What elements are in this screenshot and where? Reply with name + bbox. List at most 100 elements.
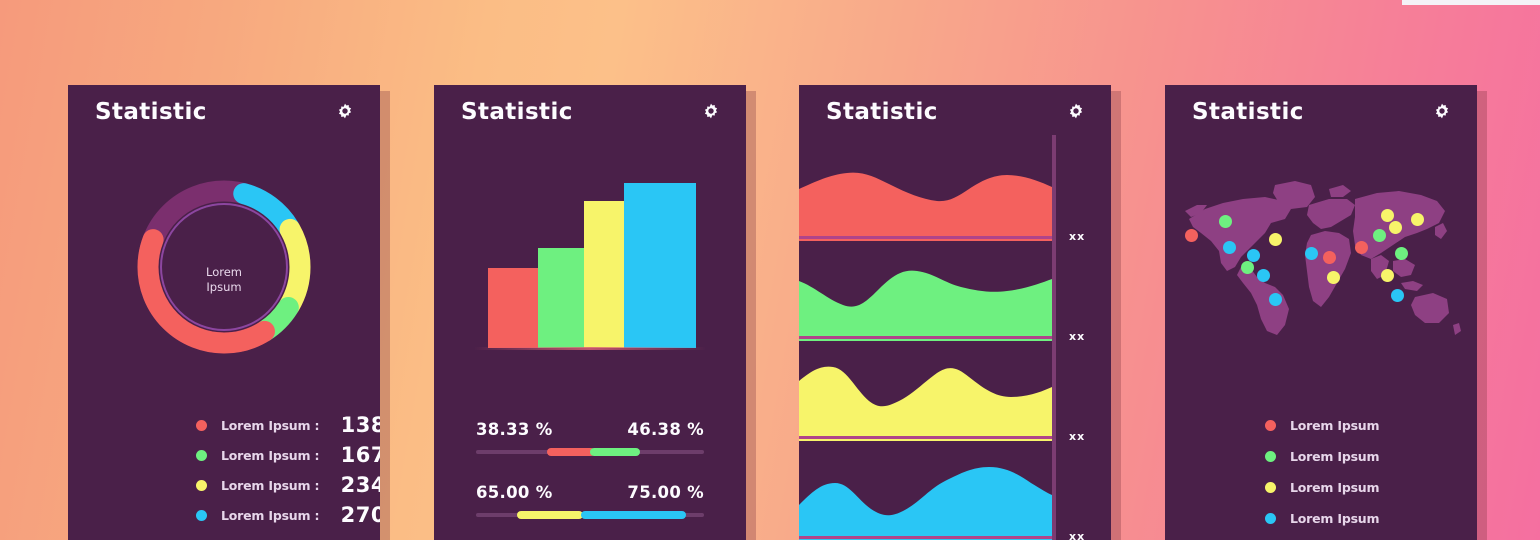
progress-label-right: 75.00 % — [627, 483, 704, 502]
map-marker[interactable] — [1247, 249, 1260, 262]
page-title: Statistic — [826, 99, 938, 125]
legend-dot-icon — [1265, 451, 1276, 462]
map-marker[interactable] — [1373, 229, 1386, 242]
progress-fill-left — [546, 448, 595, 456]
world-map-svg — [1185, 181, 1461, 335]
map-marker[interactable] — [1391, 289, 1404, 302]
legend-label: Lorem Ipsum — [1290, 418, 1380, 433]
legend-value: 234 — [340, 473, 380, 497]
map-marker[interactable] — [1323, 251, 1336, 264]
map-marker[interactable] — [1219, 215, 1232, 228]
map-marker[interactable] — [1269, 233, 1282, 246]
list-item[interactable]: Lorem Ipsum — [1265, 410, 1455, 441]
map-marker[interactable] — [1241, 261, 1254, 274]
legend-value: 138 — [340, 413, 380, 437]
axis-tick-label: xx — [1069, 430, 1086, 443]
legend-label: Lorem Ipsum : — [221, 477, 320, 493]
legend-label: Lorem Ipsum — [1290, 511, 1380, 526]
gear-icon[interactable] — [700, 102, 722, 124]
gear-icon[interactable] — [334, 102, 356, 124]
map-marker[interactable] — [1411, 213, 1424, 226]
area-chart-series-1 — [799, 145, 1052, 241]
progress-fill-left — [517, 511, 584, 519]
card-header: Statistic — [434, 85, 746, 145]
card-shadow — [380, 91, 390, 540]
map-marker[interactable] — [1381, 269, 1394, 282]
progress-fill-right — [580, 511, 686, 519]
progress-group-1: 38.33 % 46.38 % — [476, 420, 704, 456]
axis-tick-label: xx — [1069, 230, 1086, 243]
map-marker[interactable] — [1355, 241, 1368, 254]
world-map[interactable] — [1179, 175, 1463, 355]
statistic-card-map: Statistic Lorem Ipsum Lorem Ipsum Lorem … — [1165, 85, 1477, 540]
card-header: Statistic — [68, 85, 380, 145]
map-marker[interactable] — [1257, 269, 1270, 282]
map-marker[interactable] — [1269, 293, 1282, 306]
area-baseline — [799, 536, 1052, 539]
map-marker[interactable] — [1327, 271, 1340, 284]
page-title: Statistic — [1192, 99, 1304, 125]
area-baseline — [799, 236, 1052, 239]
donut-center-line1: Lorem — [206, 265, 242, 279]
gear-icon[interactable] — [1065, 102, 1087, 124]
page-title: Statistic — [461, 99, 573, 125]
statistic-card-bar: Statistic 38.33 % 46.38 % 65.00 % 75.00 … — [434, 85, 746, 540]
axis-tick-label: xx — [1069, 330, 1086, 343]
area-chart-series-2 — [799, 245, 1052, 341]
map-marker[interactable] — [1389, 221, 1402, 234]
progress-group-2: 65.00 % 75.00 % — [476, 483, 704, 519]
map-marker[interactable] — [1381, 209, 1394, 222]
card-header: Statistic — [1165, 85, 1477, 145]
list-item[interactable]: Lorem Ipsum : 167 — [196, 440, 380, 470]
progress-label-left: 38.33 % — [476, 420, 553, 439]
legend-dot-icon — [196, 449, 207, 461]
area-chart-group: xx xx xx xx x — [799, 135, 1111, 540]
progress-track[interactable] — [476, 511, 704, 519]
area-baseline — [799, 336, 1052, 339]
map-marker[interactable] — [1185, 229, 1198, 242]
dashboard-cards: Statistic Lorem Ipsum Lorem Ipsum: 138 … — [0, 85, 1540, 540]
page-title: Statistic — [95, 99, 207, 125]
statistic-card-area: Statistic xx xx xx xx — [799, 85, 1111, 540]
progress-fill-right — [590, 448, 641, 456]
legend-label: Lorem Ipsum — [1290, 480, 1380, 495]
legend-dot-icon — [1265, 513, 1276, 524]
axis-tick-label: xx — [1069, 530, 1086, 540]
legend-label: Lorem Ipsum : — [221, 447, 320, 463]
area-baseline — [799, 436, 1052, 439]
area-chart-series-4 — [799, 445, 1052, 540]
bar-chart — [476, 173, 704, 348]
progress-label-right: 46.38 % — [627, 420, 704, 439]
gear-icon[interactable] — [1431, 102, 1453, 124]
legend-dot-icon — [1265, 482, 1276, 493]
legend-label: Lorem Ipsum : — [221, 507, 320, 523]
list-item[interactable]: Lorem Ipsum — [1265, 472, 1455, 503]
progress-track[interactable] — [476, 448, 704, 456]
list-item[interactable]: Lorem Ipsum : 234 — [196, 470, 380, 500]
legend-value: 270 — [340, 503, 380, 527]
bar-chart-baseline — [474, 347, 706, 350]
list-item[interactable]: Lorem Ipsum — [1265, 503, 1455, 534]
card-shadow — [746, 91, 756, 540]
legend-dot-icon — [196, 509, 207, 521]
list-item[interactable]: Lorem Ipsum : 138 — [196, 410, 380, 440]
list-item[interactable]: Lorem Ipsum : 270 — [196, 500, 380, 530]
legend: Lorem Ipsum Lorem Ipsum Lorem Ipsum Lore… — [1265, 410, 1455, 534]
statistic-card-donut: Statistic Lorem Ipsum Lorem Ipsum: 138 … — [68, 85, 380, 540]
legend-dot-icon — [196, 419, 207, 431]
legend-dot-icon — [1265, 420, 1276, 431]
map-marker[interactable] — [1223, 241, 1236, 254]
area-chart-series-3 — [799, 345, 1052, 441]
map-marker[interactable] — [1395, 247, 1408, 260]
progress-labels: 38.33 % 46.38 % — [476, 420, 704, 439]
legend-label: Lorem Ipsum — [1290, 449, 1380, 464]
progress-label-left: 65.00 % — [476, 483, 553, 502]
chart-axis-line — [1052, 135, 1056, 540]
legend: Lorem Ipsum : 138 Lorem Ipsum : 167 Lore… — [196, 410, 380, 530]
top-edge-strip — [1402, 0, 1540, 5]
card-shadow — [1477, 91, 1487, 540]
bar-series-4 — [624, 183, 696, 348]
donut-chart: Lorem Ipsum — [68, 170, 380, 365]
list-item[interactable]: Lorem Ipsum — [1265, 441, 1455, 472]
map-marker[interactable] — [1305, 247, 1318, 260]
